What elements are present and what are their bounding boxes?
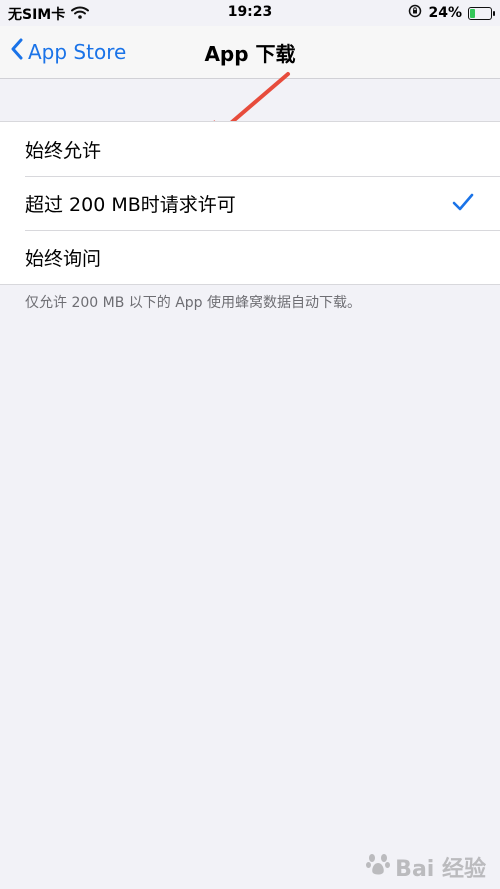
orientation-lock-icon bbox=[408, 4, 422, 22]
option-always-allow[interactable]: 始终允许 bbox=[0, 122, 500, 176]
footer-note: 仅允许 200 MB 以下的 App 使用蜂窝数据自动下载。 bbox=[25, 295, 362, 311]
baidu-watermark: Bai 经验 bbox=[365, 851, 486, 883]
option-always-ask[interactable]: 始终询问 bbox=[0, 230, 500, 284]
download-options-list: 始终允许 超过 200 MB时请求许可 始终询问 bbox=[0, 121, 500, 285]
option-label: 超过 200 MB时请求许可 bbox=[25, 193, 236, 216]
watermark-text: Bai 经验 bbox=[395, 857, 486, 882]
checkmark-icon bbox=[452, 192, 474, 217]
battery-level bbox=[470, 8, 475, 18]
status-bar: 无SIM卡 19:23 24% bbox=[0, 0, 500, 26]
battery-percent: 24% bbox=[428, 5, 462, 21]
status-right: 24% bbox=[408, 4, 495, 22]
option-label: 始终询问 bbox=[25, 247, 102, 270]
option-ask-over-200mb[interactable]: 超过 200 MB时请求许可 bbox=[0, 176, 500, 230]
battery-icon bbox=[468, 6, 495, 20]
paw-logo-icon bbox=[365, 851, 391, 883]
option-label: 始终允许 bbox=[25, 139, 102, 162]
page-title: App 下载 bbox=[204, 42, 296, 66]
